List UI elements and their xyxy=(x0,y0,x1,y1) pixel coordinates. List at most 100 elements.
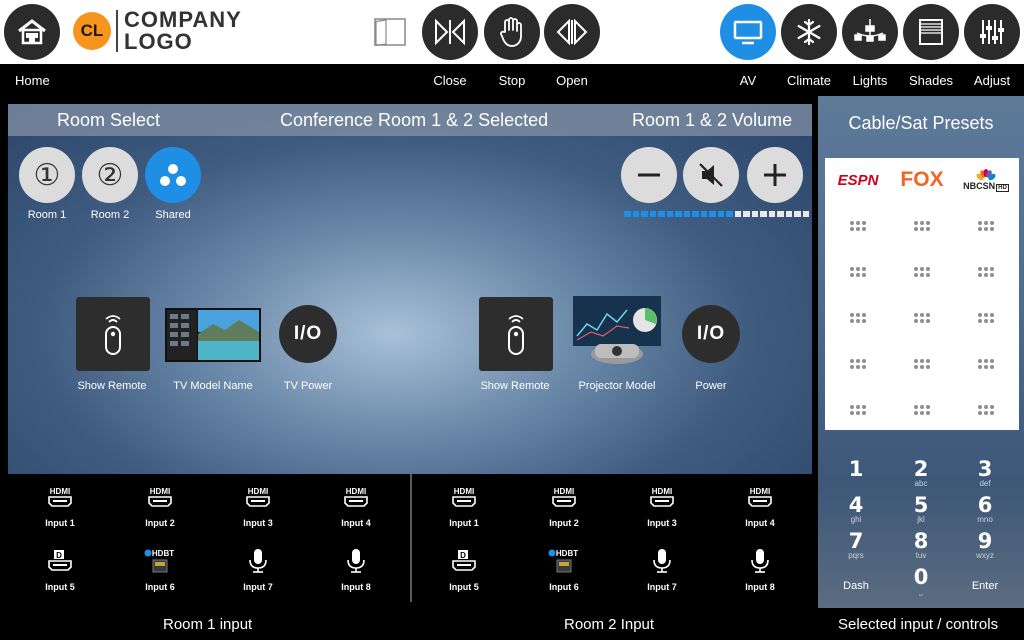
av-button[interactable] xyxy=(720,4,776,60)
tv-power-button[interactable]: I/O xyxy=(279,305,337,363)
grid-dots-icon xyxy=(978,359,994,369)
open-button[interactable] xyxy=(544,4,600,60)
room1-input-8-button[interactable]: Input 8 xyxy=(311,546,401,602)
keypad-5-button[interactable]: 5 jkl xyxy=(891,494,951,534)
lights-label[interactable]: Lights xyxy=(842,73,898,88)
mute-button[interactable] xyxy=(683,147,739,203)
close-button[interactable] xyxy=(422,4,478,60)
preset-empty-slot[interactable] xyxy=(828,388,888,432)
preset-empty-slot[interactable] xyxy=(892,204,952,248)
keypad-enter-button[interactable]: Enter xyxy=(955,566,1015,606)
av-label[interactable]: AV xyxy=(720,73,776,88)
volume-up-button[interactable] xyxy=(747,147,803,203)
climate-button[interactable] xyxy=(781,4,837,60)
grid-dots-icon xyxy=(978,405,994,415)
displayport-icon: D xyxy=(15,546,105,576)
room2-input-7-button[interactable]: Input 7 xyxy=(617,546,707,602)
room-1-label: Room 1 xyxy=(27,209,67,221)
window-shade-icon xyxy=(919,19,943,45)
svg-text:HDMI: HDMI xyxy=(554,487,574,496)
room2-input-5-button[interactable]: D Input 5 xyxy=(419,546,509,602)
keypad-2-button[interactable]: 2 abc xyxy=(891,458,951,498)
preset-empty-slot[interactable] xyxy=(956,388,1016,432)
keypad-4-button[interactable]: 4 ghi xyxy=(826,494,886,534)
keypad-0-label: 0 xyxy=(913,565,929,589)
keypad-8-button[interactable]: 8 tuv xyxy=(891,530,951,570)
preset-empty-slot[interactable] xyxy=(956,204,1016,248)
preset-empty-slot[interactable] xyxy=(956,342,1016,386)
tv-image xyxy=(165,308,261,362)
stop-label[interactable]: Stop xyxy=(484,73,540,88)
room2-input-1-button[interactable]: HDMI Input 1 xyxy=(419,482,509,538)
adjust-label[interactable]: Adjust xyxy=(962,73,1022,88)
projector-power-button[interactable]: I/O xyxy=(682,305,740,363)
room1-input-7-button[interactable]: Input 7 xyxy=(213,546,303,602)
preset-empty-slot[interactable] xyxy=(828,342,888,386)
open-label[interactable]: Open xyxy=(544,73,600,88)
volume-segment xyxy=(794,211,801,217)
home-label[interactable]: Home xyxy=(15,73,50,88)
keypad-1-button[interactable]: 1 xyxy=(826,458,886,498)
room1-input-2-button[interactable]: HDMI Input 2 xyxy=(115,482,205,538)
room1-input-4-button[interactable]: HDMI Input 4 xyxy=(311,482,401,538)
svg-text:HDMI: HDMI xyxy=(652,487,672,496)
close-shades-icon xyxy=(435,18,465,46)
room2-input-3-button[interactable]: HDMI Input 3 xyxy=(617,482,707,538)
preset-empty-slot[interactable] xyxy=(828,204,888,248)
volume-segment xyxy=(632,211,639,217)
room-2-button[interactable]: ② xyxy=(82,147,138,203)
shades-button[interactable] xyxy=(903,4,959,60)
preset-empty-slot[interactable] xyxy=(828,296,888,340)
room1-input-5-button[interactable]: D Input 5 xyxy=(15,546,105,602)
preset-empty-slot[interactable] xyxy=(956,250,1016,294)
preset-empty-slot[interactable] xyxy=(956,296,1016,340)
keypad-9-button[interactable]: 9 wxyz xyxy=(955,530,1015,570)
keypad-letters: jkl xyxy=(917,515,925,524)
volume-level-bar[interactable] xyxy=(624,211,809,217)
room2-input-8-button[interactable]: Input 8 xyxy=(715,546,805,602)
svg-text:HDMI: HDMI xyxy=(454,487,474,496)
fox-logo: FOX xyxy=(900,168,944,191)
climate-label[interactable]: Climate xyxy=(778,73,840,88)
open-shades-icon xyxy=(556,18,588,46)
room1-input-1-button[interactable]: HDMI Input 1 xyxy=(15,482,105,538)
volume-down-button[interactable] xyxy=(621,147,677,203)
shared-button[interactable] xyxy=(145,147,201,203)
shades-label[interactable]: Shades xyxy=(901,73,961,88)
keypad-0-button[interactable]: 0 ⎵ xyxy=(891,566,951,606)
room-1-show-remote-button[interactable] xyxy=(76,297,150,371)
nbc-peacock-icon xyxy=(976,169,996,181)
preset-espn[interactable]: ESPN xyxy=(828,158,888,202)
preset-empty-slot[interactable] xyxy=(892,342,952,386)
volume-segment xyxy=(760,211,767,217)
room2-input-2-button[interactable]: HDMI Input 2 xyxy=(519,482,609,538)
preset-empty-slot[interactable] xyxy=(892,250,952,294)
preset-nbcsn[interactable]: NBCSN HD xyxy=(956,158,1016,202)
keypad-dash-button[interactable]: Dash xyxy=(826,566,886,606)
keypad-letters: pqrs xyxy=(848,551,864,560)
preset-empty-slot[interactable] xyxy=(828,250,888,294)
keypad-6-button[interactable]: 6 mno xyxy=(955,494,1015,534)
input-label: Input 3 xyxy=(647,518,677,528)
stop-button[interactable] xyxy=(484,4,540,60)
room-2-show-remote-button[interactable] xyxy=(479,297,553,371)
close-label[interactable]: Close xyxy=(422,73,478,88)
keypad-7-button[interactable]: 7 pqrs xyxy=(826,530,886,570)
adjust-button[interactable] xyxy=(964,4,1020,60)
keypad-enter-label: Enter xyxy=(971,580,999,592)
espn-logo: ESPN xyxy=(837,171,879,189)
preset-empty-slot[interactable] xyxy=(892,388,952,432)
room1-input-6-button[interactable]: HDBT Input 6 xyxy=(115,546,205,602)
input-label: Input 4 xyxy=(745,518,775,528)
lights-button[interactable] xyxy=(842,4,898,60)
svg-text:HDMI: HDMI xyxy=(750,487,770,496)
displayport-icon: D xyxy=(419,546,509,576)
room-1-button[interactable]: ① xyxy=(19,147,75,203)
room1-input-3-button[interactable]: HDMI Input 3 xyxy=(213,482,303,538)
preset-fox[interactable]: FOX xyxy=(892,158,952,202)
room2-input-6-button[interactable]: HDBT Input 6 xyxy=(519,546,609,602)
keypad-3-button[interactable]: 3 def xyxy=(955,458,1015,498)
home-button[interactable] xyxy=(4,4,60,60)
room2-input-4-button[interactable]: HDMI Input 4 xyxy=(715,482,805,538)
preset-empty-slot[interactable] xyxy=(892,296,952,340)
